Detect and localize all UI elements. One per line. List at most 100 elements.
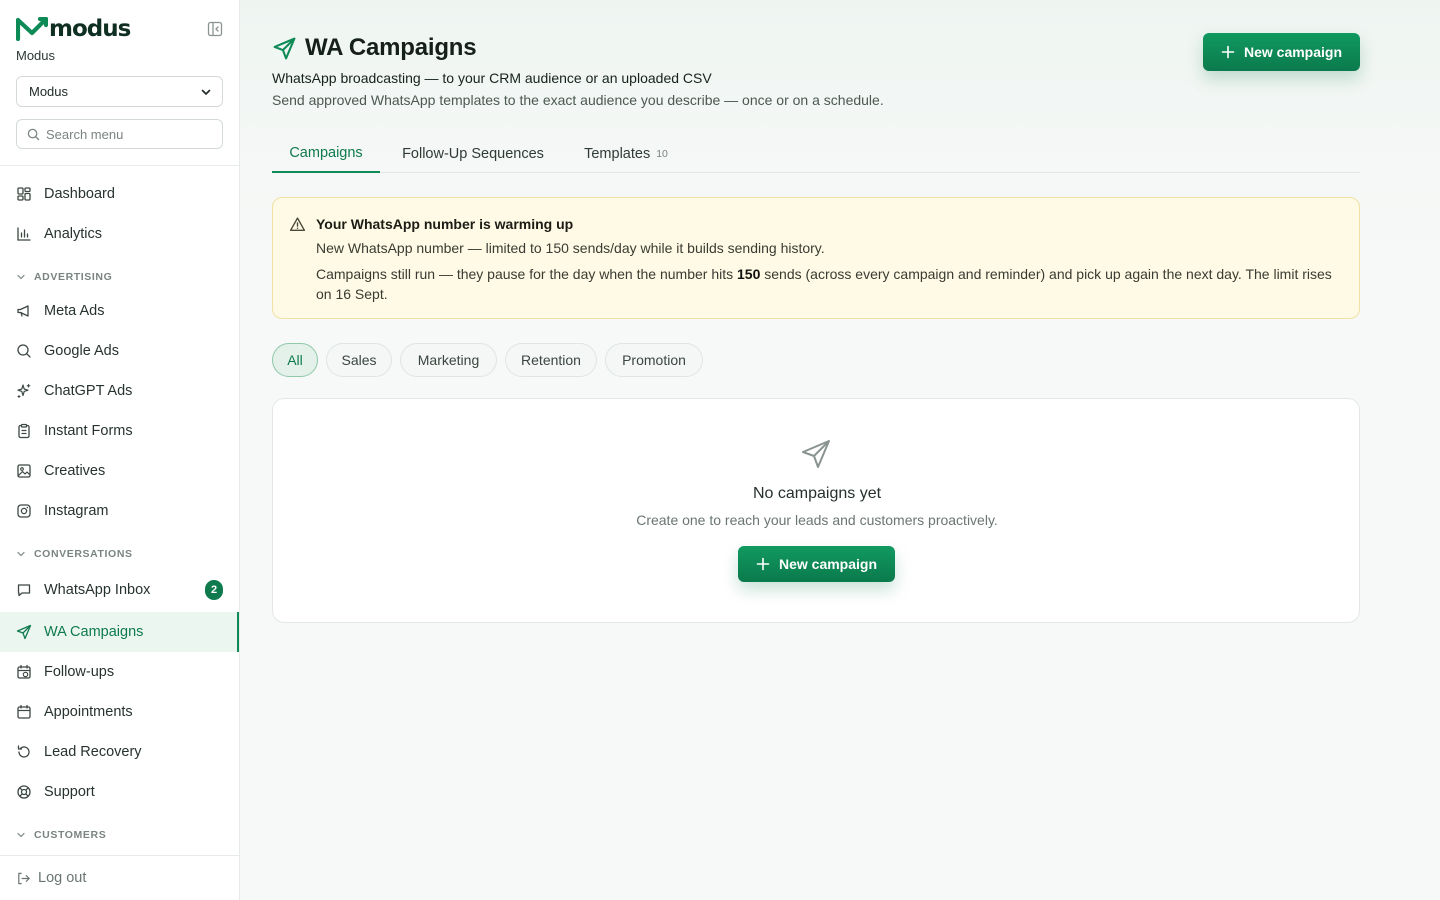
section-advertising[interactable]: ADVERTISING bbox=[16, 269, 112, 285]
chevron-down-icon bbox=[17, 274, 25, 280]
image-icon bbox=[17, 464, 31, 478]
filter-chip-label: All bbox=[287, 352, 303, 368]
sidebar-item-whatsapp-inbox[interactable]: WhatsApp Inbox 2 bbox=[0, 570, 239, 610]
sidebar-item-appointments[interactable]: Appointments bbox=[0, 692, 239, 732]
filter-chip-label: Sales bbox=[341, 352, 377, 368]
org-select[interactable]: Modus bbox=[16, 76, 223, 107]
sidebar-item-label: Instagram bbox=[44, 503, 109, 519]
sidebar-item-lead-recovery[interactable]: Lead Recovery bbox=[0, 732, 239, 772]
megaphone-icon bbox=[17, 305, 29, 317]
sidebar-item-label: Follow-ups bbox=[44, 664, 115, 680]
menu-search[interactable] bbox=[16, 119, 223, 149]
sidebar-item-label: Instant Forms bbox=[44, 423, 133, 439]
tab-count: 10 bbox=[656, 147, 668, 160]
life-buoy-icon bbox=[17, 785, 31, 799]
alert-detail: Campaigns still run — they pause for the… bbox=[316, 264, 1336, 304]
org-name: Modus bbox=[16, 48, 56, 63]
sidebar-item-label: Creatives bbox=[44, 463, 106, 479]
bar-chart-icon bbox=[17, 227, 31, 241]
warning-triangle-icon bbox=[289, 217, 306, 232]
sidebar-item-meta-ads[interactable]: Meta Ads bbox=[0, 291, 239, 331]
plus-icon bbox=[756, 557, 770, 571]
modus-logo-icon bbox=[16, 17, 48, 41]
chevron-down-icon bbox=[17, 832, 25, 838]
org-select-value: Modus bbox=[29, 84, 69, 99]
filter-chip-label: Retention bbox=[521, 352, 581, 368]
filter-chip-sales[interactable]: Sales bbox=[326, 343, 392, 377]
section-conversations[interactable]: CONVERSATIONS bbox=[16, 546, 133, 562]
new-campaign-button[interactable]: New campaign bbox=[1203, 33, 1360, 71]
new-campaign-label: New campaign bbox=[1243, 44, 1343, 60]
tab-campaigns[interactable]: Campaigns bbox=[272, 134, 380, 173]
brand-logo[interactable]: modus bbox=[16, 16, 131, 42]
alert-detail-text: Campaigns still run — they pause for the… bbox=[316, 266, 737, 282]
filter-chip-all[interactable]: All bbox=[272, 343, 318, 377]
instagram-icon bbox=[17, 504, 31, 518]
tab-label: Templates bbox=[584, 145, 651, 162]
sidebar-item-label: Support bbox=[44, 784, 95, 800]
sidebar-item-label: WhatsApp Inbox bbox=[44, 582, 151, 598]
section-customers[interactable]: CUSTOMERS bbox=[16, 827, 106, 843]
empty-state-title: No campaigns yet bbox=[752, 485, 882, 502]
logout-button[interactable]: Log out bbox=[16, 868, 86, 888]
sidebar-item-label: ChatGPT Ads bbox=[44, 383, 133, 399]
alert-title: Your WhatsApp number is warming up bbox=[316, 216, 574, 232]
dashboard-icon bbox=[17, 187, 31, 201]
rotate-ccw-icon bbox=[17, 745, 30, 758]
sidebar-item-analytics[interactable]: Analytics bbox=[0, 214, 239, 254]
sidebar-item-google-ads[interactable]: Google Ads bbox=[0, 331, 239, 371]
calendar-icon bbox=[17, 704, 31, 719]
sidebar-collapse-button[interactable] bbox=[206, 20, 224, 38]
page-title: WA Campaigns bbox=[305, 34, 477, 61]
sidebar-item-chatgpt-ads[interactable]: ChatGPT Ads bbox=[0, 371, 239, 411]
filter-chip-label: Marketing bbox=[417, 352, 480, 368]
clipboard-icon bbox=[18, 423, 30, 439]
send-icon bbox=[273, 37, 296, 59]
chevron-down-icon bbox=[201, 89, 211, 95]
sidebar-item-creatives[interactable]: Creatives bbox=[0, 451, 239, 491]
filter-chip-label: Promotion bbox=[622, 352, 686, 368]
new-campaign-label: New campaign bbox=[778, 556, 878, 572]
tab-templates[interactable]: Templates 10 bbox=[566, 134, 686, 173]
empty-state-new-campaign-button[interactable]: New campaign bbox=[738, 546, 895, 582]
plus-icon bbox=[1221, 45, 1235, 59]
warming-up-alert: Your WhatsApp number is warming up New W… bbox=[272, 197, 1360, 319]
page-description: Send approved WhatsApp templates to the … bbox=[272, 92, 884, 108]
section-label: CONVERSATIONS bbox=[34, 548, 133, 560]
sidebar-item-instagram[interactable]: Instagram bbox=[0, 491, 239, 531]
main-content: WA Campaigns WhatsApp broadcasting — to … bbox=[240, 0, 1440, 900]
send-icon bbox=[16, 624, 32, 640]
page-header: WA Campaigns bbox=[272, 34, 477, 62]
sidebar-item-label: Google Ads bbox=[44, 343, 119, 359]
tab-label: Follow-Up Sequences bbox=[402, 145, 544, 162]
search-icon bbox=[17, 344, 31, 358]
search-icon bbox=[27, 128, 40, 140]
sidebar-item-label: Dashboard bbox=[44, 186, 115, 202]
calendar-clock-icon bbox=[17, 664, 31, 679]
filter-chip-promotion[interactable]: Promotion bbox=[605, 343, 703, 377]
sparkles-icon bbox=[17, 383, 31, 399]
sidebar-divider bbox=[0, 165, 239, 166]
sidebar-item-support[interactable]: Support bbox=[0, 772, 239, 812]
sidebar-item-label: Analytics bbox=[44, 226, 103, 242]
sidebar-item-dashboard[interactable]: Dashboard bbox=[0, 174, 239, 214]
sidebar-item-instant-forms[interactable]: Instant Forms bbox=[0, 411, 239, 451]
filter-chip-marketing[interactable]: Marketing bbox=[400, 343, 497, 377]
page-subtitle: WhatsApp broadcasting — to your CRM audi… bbox=[272, 70, 712, 86]
filter-chip-retention[interactable]: Retention bbox=[505, 343, 597, 377]
log-out-icon bbox=[18, 872, 30, 884]
unread-badge: 2 bbox=[205, 580, 223, 600]
chevron-down-icon bbox=[17, 551, 25, 557]
sidebar-item-label: Meta Ads bbox=[44, 303, 105, 319]
empty-state-description: Create one to reach your leads and custo… bbox=[636, 512, 998, 528]
sidebar-item-wa-campaigns[interactable]: WA Campaigns bbox=[0, 612, 239, 652]
tab-follow-up-sequences[interactable]: Follow-Up Sequences bbox=[380, 134, 566, 173]
menu-search-input[interactable] bbox=[46, 126, 206, 142]
message-square-icon bbox=[17, 584, 31, 597]
sidebar-item-label: WA Campaigns bbox=[44, 624, 144, 640]
sidebar-item-follow-ups[interactable]: Follow-ups bbox=[0, 652, 239, 692]
sidebar-divider bbox=[0, 855, 239, 856]
sidebar-collapse-icon bbox=[207, 21, 223, 37]
tabs: Campaigns Follow-Up Sequences Templates … bbox=[272, 134, 1360, 173]
alert-send-limit: 150 bbox=[737, 266, 761, 282]
